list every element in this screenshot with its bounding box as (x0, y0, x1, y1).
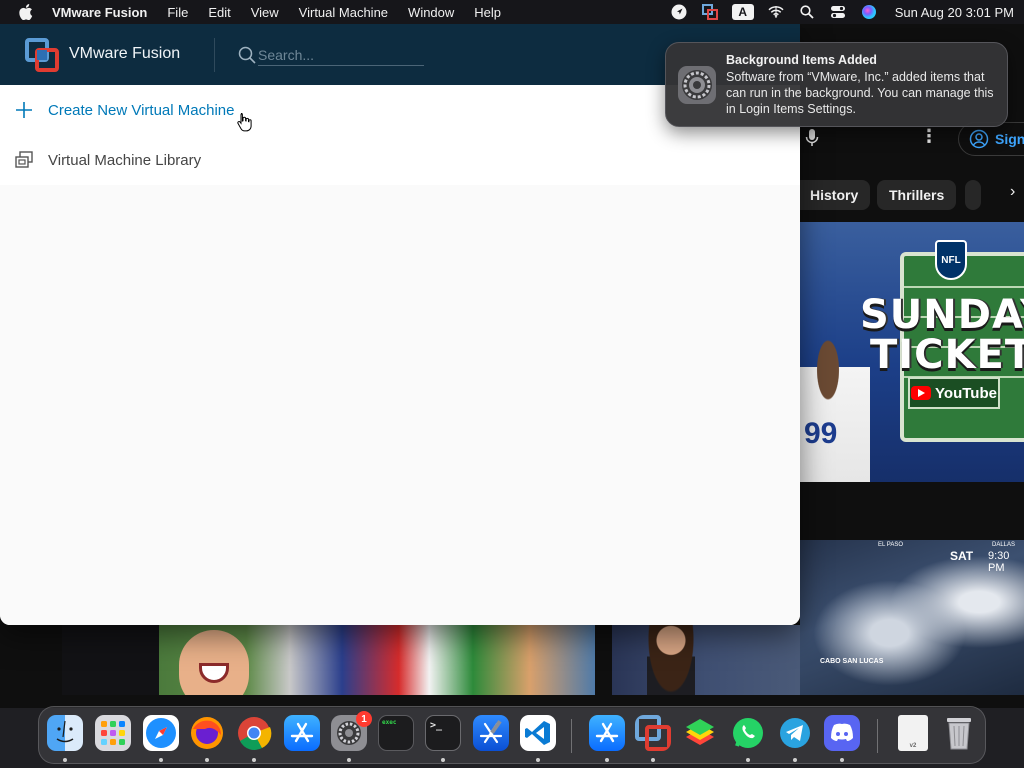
menu-window[interactable]: Window (398, 5, 464, 20)
console-icon[interactable]: exec (378, 715, 414, 751)
presenter-image (647, 625, 695, 695)
vmware-content-area (0, 185, 800, 625)
create-new-vm-label: Create New Virtual Machine (48, 101, 235, 119)
dock: 1 exec >_ v2 (38, 706, 986, 764)
running-indicator (205, 758, 209, 762)
system-settings-gear-icon (677, 65, 717, 105)
running-indicator (651, 758, 655, 762)
running-indicator (605, 758, 609, 762)
sign-in-label: Sign (995, 131, 1024, 147)
running-indicator (441, 758, 445, 762)
xcode-icon[interactable] (473, 715, 509, 751)
thumbnail-title-line2: TICKET (870, 332, 1024, 378)
vmware-fusion-icon[interactable] (635, 715, 671, 751)
account-icon (969, 129, 989, 149)
firefox-icon[interactable] (189, 715, 225, 751)
search-input[interactable] (258, 44, 424, 66)
settings-notification-badge: 1 (356, 711, 372, 727)
console-label: exec (382, 719, 397, 726)
menu-help[interactable]: Help (464, 5, 511, 20)
weather-day: SAT (950, 549, 974, 563)
dock-separator (571, 719, 572, 753)
running-indicator (347, 758, 351, 762)
launchpad-icon[interactable] (95, 715, 131, 751)
app-store-icon[interactable] (284, 715, 320, 751)
chip-partial[interactable] (965, 180, 981, 210)
simulator-icon[interactable] (589, 715, 625, 751)
notification-body: Software from “VMware, Inc.” added items… (726, 70, 994, 116)
chrome-icon[interactable] (236, 715, 272, 751)
menu-view[interactable]: View (241, 5, 289, 20)
notification-title: Background Items Added (726, 53, 877, 67)
video-thumbnail-weather[interactable]: EL PASO DALLAS SAT 9:30 PM CABO SAN LUCA… (800, 540, 1024, 695)
vm-library-button[interactable]: Virtual Machine Library (0, 135, 800, 185)
vscode-icon[interactable] (520, 715, 556, 751)
header-divider (214, 38, 215, 72)
running-indicator (159, 758, 163, 762)
browser-sidebar-strip (62, 625, 159, 695)
weather-place-1: EL PASO (878, 542, 904, 548)
menu-virtual-machine[interactable]: Virtual Machine (289, 5, 398, 20)
control-center-icon[interactable] (829, 4, 847, 20)
input-source-icon[interactable]: A (731, 4, 754, 20)
apple-menu-icon[interactable] (0, 4, 52, 20)
discord-icon[interactable] (824, 715, 860, 751)
whatsapp-icon[interactable] (730, 715, 766, 751)
finder-icon[interactable] (47, 715, 83, 751)
menu-edit[interactable]: Edit (198, 5, 240, 20)
nfl-logo: NFL (935, 240, 967, 280)
safari-icon[interactable] (143, 715, 179, 751)
trash-icon[interactable] (941, 715, 977, 751)
bluestacks-icon[interactable] (682, 715, 718, 751)
terminal-prompt-label: >_ (430, 720, 443, 731)
youtube-brand-badge: YouTube (908, 377, 1000, 409)
running-indicator (536, 758, 540, 762)
chip-history[interactable]: History (800, 180, 871, 210)
vmware-logo-icon (25, 38, 59, 72)
running-indicator (746, 758, 750, 762)
siri-icon[interactable] (860, 4, 878, 20)
running-indicator (840, 758, 844, 762)
plus-icon (14, 100, 34, 120)
sign-in-button[interactable]: Sign (958, 122, 1024, 156)
player-image: 99 (800, 322, 870, 482)
menu-app-name[interactable]: VMware Fusion (52, 5, 157, 20)
chevron-right-icon[interactable]: › (1010, 183, 1015, 201)
weather-map-label: CABO SAN LUCAS (820, 658, 884, 665)
background-items-notification[interactable]: Background Items Added Software from “VM… (665, 42, 1008, 127)
microphone-icon[interactable] (805, 128, 819, 148)
youtube-play-icon (911, 386, 932, 400)
document-icon[interactable]: v2 (898, 715, 928, 751)
search-icon (238, 46, 256, 64)
youtube-brand-label: YouTube (935, 384, 997, 402)
hand-cursor-icon (236, 112, 252, 132)
weather-time: 9:30 PM (988, 550, 1010, 574)
terminal-icon[interactable]: >_ (425, 715, 461, 751)
wifi-icon[interactable] (767, 4, 785, 20)
menu-file[interactable]: File (157, 5, 198, 20)
running-indicator (793, 758, 797, 762)
running-indicator (252, 758, 256, 762)
menu-bar-status-area: A Sun Aug 20 3:01 PM (670, 0, 1014, 24)
spotlight-icon[interactable] (798, 4, 816, 20)
dock-separator (877, 719, 878, 753)
weather-place-2: DALLAS (992, 542, 1016, 548)
video-thumbnail-news[interactable] (612, 625, 800, 695)
chip-thrillers[interactable]: Thrillers (877, 180, 957, 210)
location-icon[interactable] (670, 4, 688, 20)
video-thumbnail-flags[interactable] (159, 625, 595, 695)
window-title: VMware Fusion (69, 45, 181, 62)
document-label: v2 (909, 743, 917, 749)
telegram-icon[interactable] (777, 715, 813, 751)
more-options-icon[interactable]: ⋮ (920, 126, 938, 147)
vmware-status-icon[interactable] (701, 4, 719, 20)
video-thumbnail-sunday-ticket[interactable]: NFL SUNDAY TICKET YouTube 99 (800, 222, 1024, 482)
library-icon (14, 150, 34, 170)
vm-library-label: Virtual Machine Library (48, 151, 202, 169)
running-indicator (63, 758, 67, 762)
menu-bar: VMware Fusion File Edit View Virtual Mac… (0, 0, 1024, 24)
menu-bar-clock[interactable]: Sun Aug 20 3:01 PM (895, 5, 1014, 20)
